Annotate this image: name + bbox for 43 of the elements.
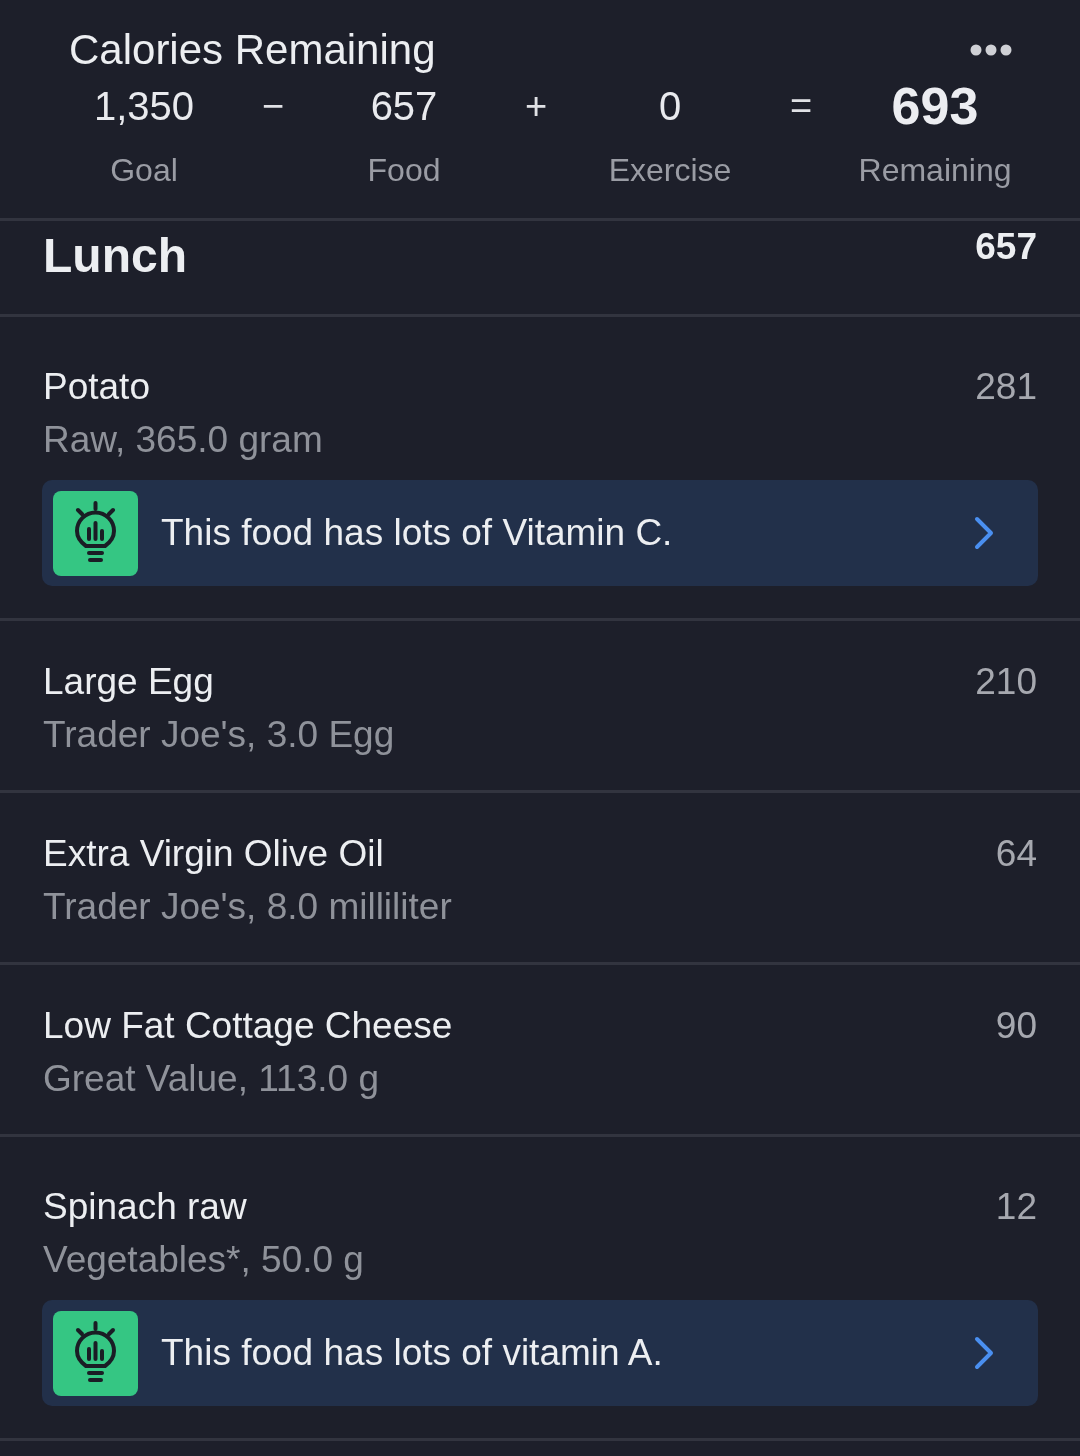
food-detail: Vegetables*, 50.0 g <box>43 1238 364 1282</box>
food-calories: 64 <box>995 832 1037 876</box>
remaining-value: 693 <box>891 78 979 134</box>
chevron-right-icon <box>974 1336 994 1370</box>
meal-calories: 657 <box>975 227 1037 267</box>
chevron-right-icon <box>974 516 994 550</box>
food-detail: Great Value, 113.0 g <box>43 1057 380 1101</box>
food-entry[interactable]: Potato Raw, 365.0 gram 281 This food has lots of Vitamin C. <box>0 317 1080 621</box>
food-name: Extra Virgin Olive Oil <box>43 832 385 876</box>
food-calories: 210 <box>975 660 1037 704</box>
summary-label: Exercise <box>608 151 732 190</box>
meal-title: Lunch <box>43 228 187 284</box>
food-name: Low Fat Cottage Cheese <box>43 1004 453 1048</box>
summary-value: 0 <box>658 83 682 130</box>
summary-label: Goal <box>110 151 178 190</box>
food-entry[interactable]: Low Fat Cottage Cheese Great Value, 113.0 g 90 <box>0 965 1080 1137</box>
tip-text: This food has lots of vitamin A. <box>161 1331 664 1375</box>
food-name: Large Egg <box>43 660 215 704</box>
header-title: Calories Remaining <box>69 25 436 75</box>
summary-label: Food <box>367 151 441 190</box>
lightbulb-chart-icon <box>53 1310 138 1396</box>
food-detail: Trader Joe's, 3.0 Egg <box>43 713 395 757</box>
food-entry[interactable]: Extra Virgin Olive Oil Trader Joe's, 8.0 milliliter 64 <box>0 793 1080 965</box>
operator-sign: − <box>261 84 285 129</box>
summary-value: 657 <box>370 83 438 130</box>
operator-sign: + <box>524 84 548 129</box>
tip-text: This food has lots of Vitamin C. <box>161 511 674 555</box>
food-calories: 90 <box>995 1004 1037 1048</box>
food-name: Potato <box>43 365 151 409</box>
food-detail: Raw, 365.0 gram <box>43 418 323 462</box>
nutrition-tip-card[interactable]: This food has lots of Vitamin C. <box>42 480 1038 586</box>
food-entry[interactable]: Large Egg Trader Joe's, 3.0 Egg 210 <box>0 621 1080 793</box>
food-calories: 281 <box>975 365 1037 409</box>
food-calories: 12 <box>995 1185 1037 1229</box>
lightbulb-chart-icon <box>53 490 138 576</box>
more-options-icon[interactable] <box>970 44 1012 56</box>
operator-sign: = <box>789 84 813 129</box>
summary-label: Remaining <box>858 151 1012 190</box>
nutrition-tip-card[interactable]: This food has lots of vitamin A. <box>42 1300 1038 1406</box>
summary-value: 1,350 <box>93 83 195 130</box>
food-detail: Trader Joe's, 8.0 milliliter <box>43 885 452 929</box>
food-name: Spinach raw <box>43 1185 248 1229</box>
food-entry[interactable]: Spinach raw Vegetables*, 50.0 g 12 This food has lots of vitamin A. <box>0 1137 1080 1441</box>
